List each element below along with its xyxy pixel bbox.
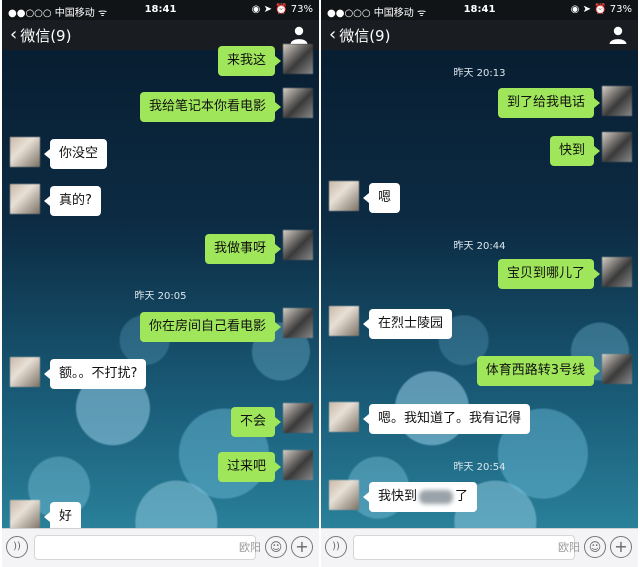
message-text-end: 了 [455,489,469,504]
emoji-icon[interactable]: ☺ [265,536,287,558]
message-bubble[interactable]: 不会 [230,407,282,437]
avatar[interactable] [602,257,632,287]
avatar[interactable] [329,480,359,510]
timestamp: 昨天 20:13 [453,68,506,79]
avatar[interactable] [283,403,313,433]
battery-indicator: ◉ ➤ ⏰ 73% [570,4,632,15]
watermark-text: 欧阳 [558,541,580,554]
status-bar: ●●○○○ 中国移动 ᯤ 18:41 ◉ ➤ ⏰ 73% [321,0,638,20]
back-button[interactable]: ‹ 微信(9) [10,25,71,46]
avatar[interactable] [329,306,359,336]
avatar[interactable] [10,357,40,387]
message-bubble[interactable]: 真的? [44,186,101,216]
avatar[interactable] [283,450,313,480]
back-label: 微信(9) [339,27,391,45]
message-input[interactable] [353,535,575,560]
message-bubble[interactable]: 宝贝到哪儿了 [497,259,601,289]
message-text-start: 我快到 [378,489,418,504]
back-label: 微信(9) [20,27,72,45]
redacted-blur [419,489,454,504]
profile-icon[interactable] [289,25,309,45]
avatar[interactable] [10,137,40,167]
message-bubble[interactable]: 我给笔记本你看电影 [139,92,282,122]
message-bubble[interactable]: 我做事呀 [204,234,282,264]
message-bubble[interactable]: 在烈士陵园 [362,309,453,339]
message-bubble[interactable]: 嗯。我知道了。我有记得 [362,404,531,434]
input-toolbar: )) ☺ + [2,528,319,567]
input-toolbar: )) ☺ + [321,528,638,567]
message-bubble[interactable]: 额。。不打扰? [43,359,147,389]
avatar[interactable] [283,308,313,338]
watermark-text: 欧阳 [239,541,261,554]
avatar[interactable] [10,184,40,214]
chevron-left-icon: ‹ [329,23,337,45]
chevron-left-icon: ‹ [10,23,18,45]
message-bubble[interactable]: 嗯 [362,183,401,213]
voice-icon[interactable]: )) [6,536,28,558]
emoji-icon[interactable]: ☺ [584,536,606,558]
timestamp: 昨天 20:05 [134,291,187,302]
message-bubble[interactable]: 体育西路转3号线 [476,356,601,386]
avatar[interactable] [602,354,632,384]
avatar[interactable] [329,402,359,432]
timestamp: 昨天 20:54 [453,462,506,473]
timestamp: 昨天 20:44 [453,241,506,252]
plus-icon[interactable]: + [291,536,313,558]
plus-icon[interactable]: + [610,536,632,558]
avatar[interactable] [283,88,313,118]
message-bubble[interactable]: 你没空 [43,139,108,169]
avatar[interactable] [602,132,632,162]
message-bubble[interactable]: 过来吧 [217,452,282,482]
back-button[interactable]: ‹ 微信(9) [329,25,390,46]
avatar[interactable] [602,86,632,116]
avatar[interactable] [329,181,359,211]
avatar[interactable] [283,44,313,74]
message-bubble[interactable]: 到了给我电话 [497,88,601,118]
message-bubble[interactable]: 快到 [549,136,601,166]
avatar[interactable] [10,500,40,530]
avatar[interactable] [283,230,313,260]
chat-screen-right: ●●○○○ 中国移动 ᯤ 18:41 ◉ ➤ ⏰ 73% ‹ 微信(9) 昨天 … [321,0,638,567]
profile-icon[interactable] [608,25,628,45]
voice-icon[interactable]: )) [325,536,347,558]
status-bar: ●●○○○ 中国移动 ᯤ 18:41 ◉ ➤ ⏰ 73% [2,0,319,20]
message-bubble[interactable]: 来我这 [217,46,282,76]
message-input[interactable] [34,535,256,560]
chat-screen-left: ●●○○○ 中国移动 ᯤ 18:41 ◉ ➤ ⏰ 73% ‹ 微信(9) 来我这… [2,0,319,567]
message-bubble[interactable]: 你在房间自己看电影 [139,312,282,342]
nav-bar: ‹ 微信(9) [321,20,638,50]
battery-indicator: ◉ ➤ ⏰ 73% [251,4,313,15]
message-bubble[interactable]: 我快到 了 [362,482,478,512]
